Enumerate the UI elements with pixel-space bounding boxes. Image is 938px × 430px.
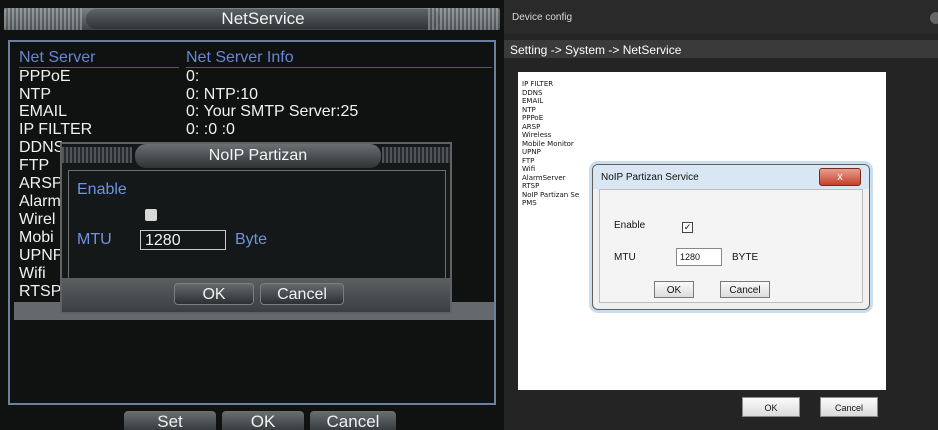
list-item[interactable]: Mobi (19, 229, 63, 247)
device-config-window: Device config Setting -> System -> NetSe… (504, 0, 938, 430)
dvr-title-bar: NetService (4, 8, 500, 30)
netservice-list: IP FILTER DDNS EMAIL NTP PPPoE ARSP Wire… (522, 80, 602, 208)
title-decoration (382, 147, 450, 163)
list-item[interactable]: NoIP Partizan Se (522, 191, 602, 200)
list-item[interactable]: Mobile Monitor (522, 140, 602, 149)
ok-button[interactable]: OK (174, 283, 254, 305)
list-item[interactable]: FTP (522, 157, 602, 166)
dvr-netservice-panel: NetService Net Server Net Server Info PP… (0, 0, 504, 430)
list-item[interactable]: DDNS (522, 89, 602, 98)
list-item[interactable]: DDNS (19, 139, 63, 157)
dialog-button-bar: OK Cancel (62, 278, 450, 312)
list-item[interactable]: FTP (19, 157, 63, 175)
dialog-body: Enable MTU 1280 Byte (68, 170, 446, 280)
list-item[interactable]: EMAIL (19, 103, 184, 121)
noip-service-dialog: NoIP Partizan Service x Enable ✓ MTU 128… (592, 164, 870, 310)
list-item[interactable]: Wirel (19, 211, 63, 229)
list-item-info: 0: :0 :0 (186, 121, 235, 138)
title-decoration (4, 8, 82, 30)
cancel-button[interactable]: Cancel (260, 283, 344, 305)
enable-checkbox[interactable]: ✓ (682, 222, 693, 233)
cancel-button[interactable]: Cancel (310, 411, 396, 430)
title-decoration (428, 8, 500, 30)
list-item[interactable]: ARSP (19, 175, 63, 193)
ok-button[interactable]: OK (654, 281, 694, 298)
list-item[interactable]: ARSP (522, 123, 602, 132)
list-item[interactable]: NTP (522, 106, 602, 115)
ok-button[interactable]: OK (742, 397, 800, 417)
list-item[interactable]: AlarmServer (522, 174, 602, 183)
list-item[interactable]: IP FILTER (522, 80, 602, 89)
list-item-info: 0: Your SMTP Server:25 (186, 103, 359, 120)
mtu-unit: Byte (235, 231, 268, 248)
checkmark-icon: ✓ (683, 222, 692, 232)
close-button[interactable]: x (819, 168, 861, 186)
list-item[interactable]: PPPoE (522, 114, 602, 123)
col-header-net-server: Net Server (19, 49, 179, 68)
list-item[interactable]: UPNP (19, 247, 63, 265)
enable-checkbox[interactable] (145, 209, 157, 221)
dvr-title: NetService (86, 9, 440, 29)
noip-dialog-dvr: NoIP Partizan Enable MTU 1280 Byte OK Ca… (60, 142, 452, 314)
list-item[interactable]: IP FILTER (19, 121, 184, 139)
set-button[interactable]: Set (124, 411, 216, 430)
window-title: Device config (512, 12, 573, 23)
close-icon[interactable] (930, 12, 938, 24)
col-header-net-server-info: Net Server Info (186, 49, 492, 68)
mtu-label: MTU (77, 231, 112, 248)
enable-label: Enable (614, 220, 646, 231)
list-item[interactable]: PMS (522, 199, 602, 208)
list-item[interactable]: NTP (19, 86, 184, 104)
mtu-input[interactable]: 1280 (676, 248, 722, 266)
window-title-bar: Device config (504, 0, 938, 34)
list-item-info: 0: (186, 68, 200, 85)
cancel-button[interactable]: Cancel (720, 281, 770, 298)
dialog-title-bar: NoIP Partizan Service x (593, 165, 869, 189)
dialog-title: NoIP Partizan Service (601, 172, 699, 183)
dialog-body: Enable ✓ MTU 1280 BYTE OK Cancel (599, 189, 863, 303)
mtu-label: MTU (614, 252, 636, 263)
mtu-unit: BYTE (732, 252, 759, 263)
list-item[interactable]: EMAIL (522, 97, 602, 106)
list-item[interactable]: UPNP (522, 148, 602, 157)
ok-button[interactable]: OK (222, 411, 304, 430)
list-item[interactable]: PPPoE (19, 68, 184, 86)
list-item[interactable]: Alarm (19, 193, 63, 211)
mtu-input[interactable]: 1280 (140, 230, 226, 250)
list-item-info: 0: NTP:10 (186, 86, 259, 103)
dialog-title: NoIP Partizan (135, 144, 381, 168)
breadcrumb: Setting -> System -> NetService (510, 43, 682, 57)
list-item[interactable]: Wireless (522, 131, 602, 140)
list-item[interactable]: Wifi (522, 165, 602, 174)
title-decoration (62, 147, 132, 163)
enable-label: Enable (77, 181, 127, 198)
list-item[interactable]: RTSP (19, 283, 63, 301)
cancel-button[interactable]: Cancel (820, 397, 878, 417)
list-item[interactable]: RTSP (522, 182, 602, 191)
list-item[interactable]: Wifi (19, 265, 63, 283)
